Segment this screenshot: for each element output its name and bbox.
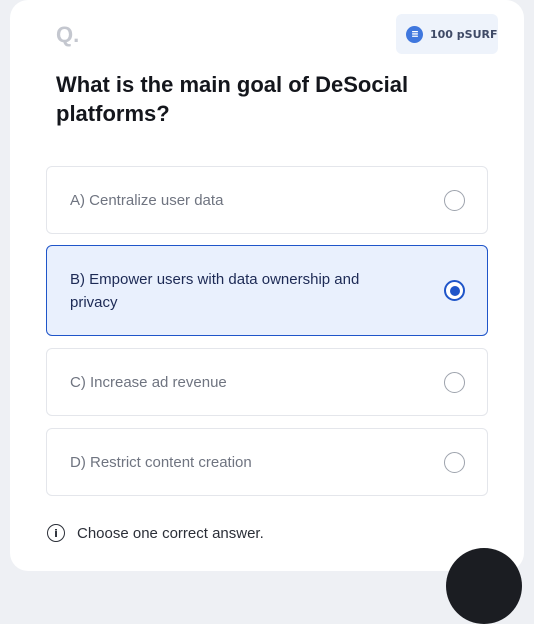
info-icon: i xyxy=(47,524,65,542)
hint: i Choose one correct answer. xyxy=(47,524,264,542)
hint-text: Choose one correct answer. xyxy=(77,524,264,542)
radio-checked-icon[interactable] xyxy=(444,280,465,301)
radio-unchecked-icon[interactable] xyxy=(444,371,465,393)
question-marker: Q. xyxy=(56,22,80,47)
option-a[interactable]: A) Centralize user data xyxy=(46,166,488,234)
reward-badge: 100 pSURF xyxy=(396,14,498,54)
option-label: A) Centralize user data xyxy=(70,191,224,209)
option-label: B) Empower users with data ownership and… xyxy=(70,270,360,311)
floating-action-bubble[interactable] xyxy=(446,548,522,624)
radio-dot xyxy=(449,285,460,296)
radio-unchecked-icon[interactable] xyxy=(444,451,465,473)
coin-icon xyxy=(406,25,423,43)
question-text: What is the main goal of DeSocial platfo… xyxy=(56,72,409,126)
reward-label: 100 pSURF xyxy=(430,27,498,41)
option-d[interactable]: D) Restrict content creation xyxy=(46,428,488,496)
option-b[interactable]: B) Empower users with data ownership and… xyxy=(46,245,488,336)
radio-unchecked-icon[interactable] xyxy=(444,189,465,211)
option-c[interactable]: C) Increase ad revenue xyxy=(46,348,488,416)
option-label: C) Increase ad revenue xyxy=(70,373,227,391)
option-label: D) Restrict content creation xyxy=(70,453,252,471)
